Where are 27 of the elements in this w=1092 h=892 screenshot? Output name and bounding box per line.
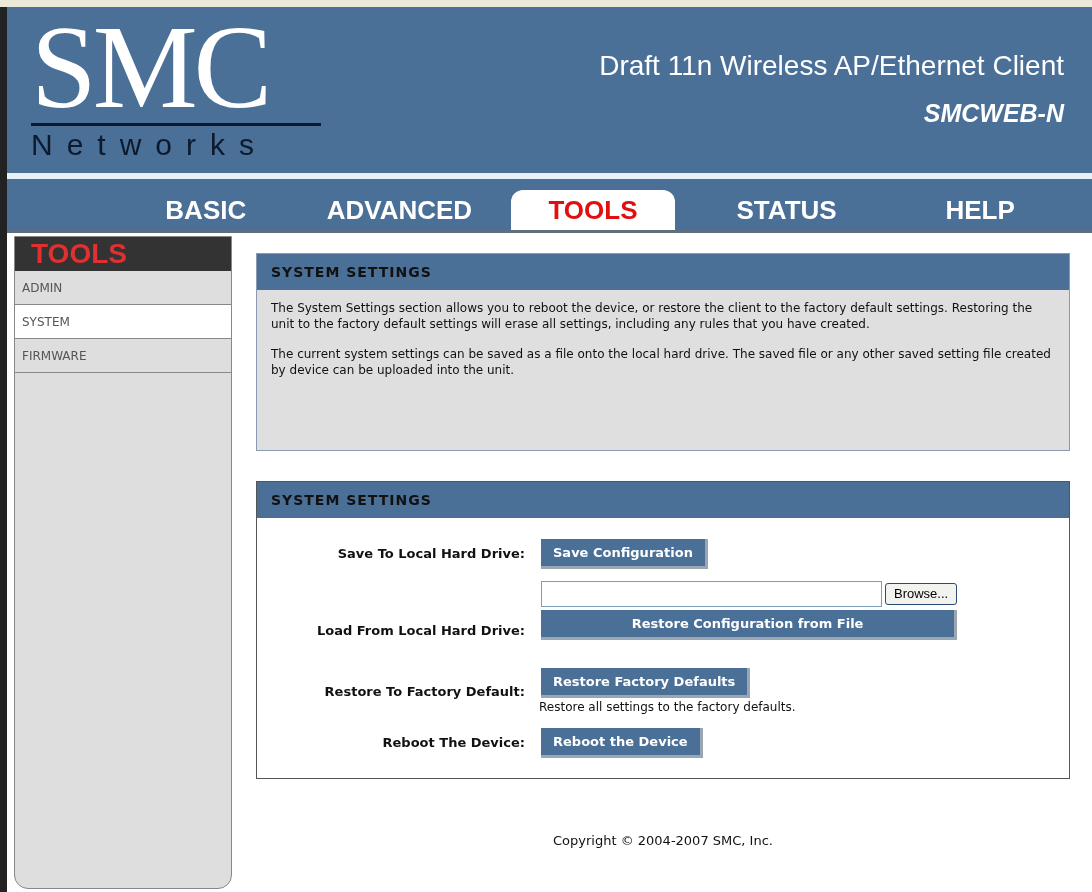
action-button[interactable]: Restore Factory Defaults (541, 668, 751, 698)
panel-title: SYSTEM SETTINGS (271, 490, 432, 510)
sidebar-heading: TOOLS (31, 237, 127, 271)
action-button[interactable]: Reboot the Device (541, 728, 703, 758)
logo-subtitle: Networks (31, 127, 269, 163)
nav-tab[interactable]: HELP (898, 190, 1062, 230)
panel-title: SYSTEM SETTINGS (271, 262, 432, 282)
description-text: The current system settings can be saved as a file onto the local hard drive. The saved file or any other saved setting file created by device can be uploaded into the unit. (271, 346, 1052, 378)
browse-button[interactable]: Browse... (885, 583, 958, 605)
product-title: Draft 11n Wireless AP/Ethernet Client (599, 49, 1064, 83)
action-button[interactable]: Save Configuration (541, 539, 708, 569)
field-label: Save To Local Hard Drive: (337, 546, 525, 562)
field-label: Restore To Factory Default: (324, 684, 525, 700)
nav-tab[interactable]: ADVANCED (317, 190, 482, 230)
model-name: SMCWEB-N (923, 98, 1064, 129)
file-path-field[interactable] (541, 581, 882, 607)
nav-tab[interactable]: TOOLS (511, 190, 675, 230)
copyright-text: Copyright © 2004-2007 SMC, Inc. (553, 832, 773, 850)
field-label: Load From Local Hard Drive: (317, 622, 525, 638)
description-text: The System Settings section allows you to reboot the device, or restore the client to the factory default settings. Restoring the unit to the factory default settings will erase all settings, including any rules that you have created. (271, 300, 1034, 332)
nav-tab[interactable]: STATUS (704, 190, 869, 230)
nav-tab[interactable]: BASIC (124, 190, 288, 230)
action-button[interactable]: Restore Configuration from File (541, 610, 958, 640)
logo-title: SMC (31, 13, 321, 126)
hint-text: Restore all settings to the factory defaults. (539, 699, 796, 716)
field-label: Reboot The Device: (382, 735, 525, 751)
sidebar-item[interactable]: SYSTEM (15, 305, 231, 339)
